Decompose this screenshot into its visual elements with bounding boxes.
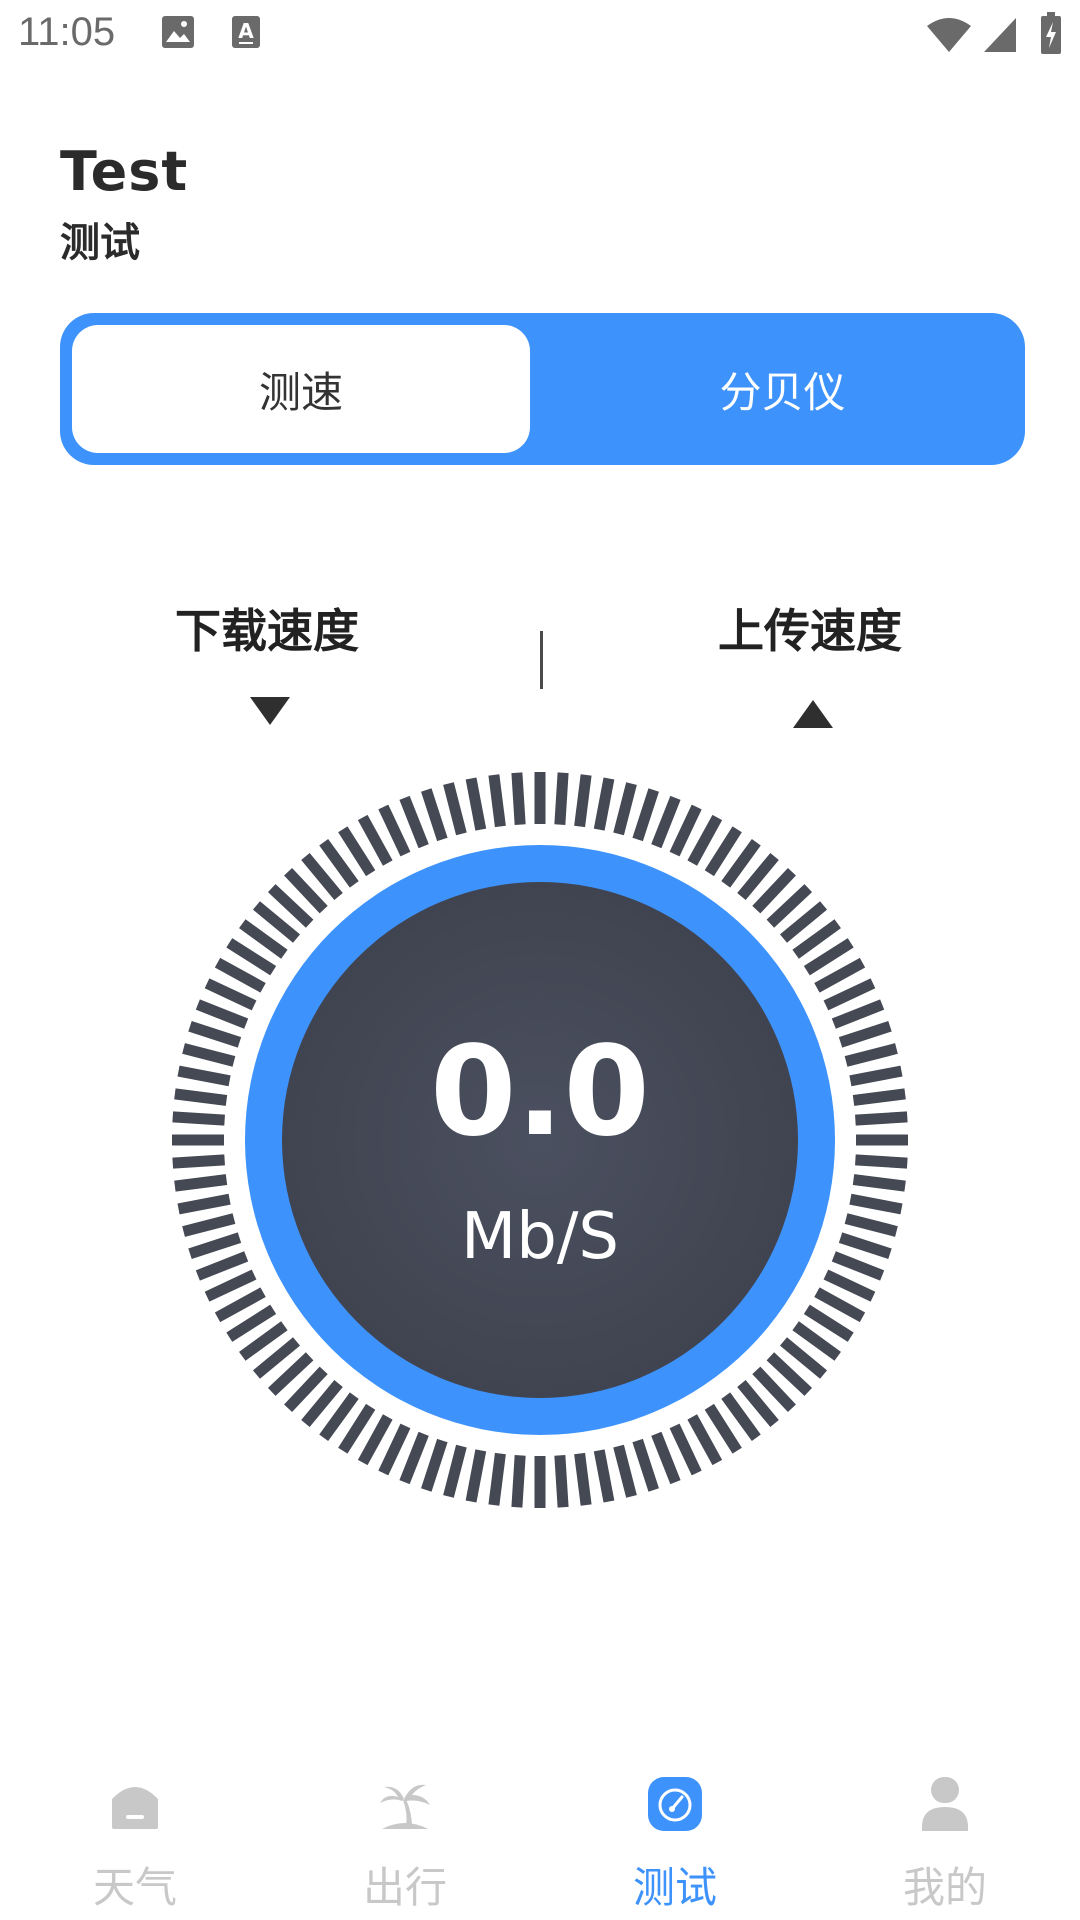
gauge-tick [378, 1423, 411, 1476]
gauge-tick [823, 978, 876, 1011]
gauge-tick [823, 1269, 876, 1302]
gauge-tick [574, 1452, 592, 1506]
gauge-tick [814, 1287, 866, 1323]
gauge-tick [632, 788, 659, 842]
gauge-tick [488, 1452, 506, 1506]
gauge-tick [182, 1043, 236, 1067]
gauge-tick [399, 1431, 429, 1485]
nav-label-travel: 出行 [362, 1863, 447, 1912]
gauge-tick [838, 1232, 892, 1259]
gauge-tick [669, 804, 702, 857]
gauge-tick [214, 1287, 266, 1323]
gauge-tick [651, 795, 681, 849]
gauge-tick [844, 1213, 898, 1237]
gauge-tick [357, 814, 393, 866]
gauge-tick [855, 1154, 908, 1169]
person-icon [918, 1777, 972, 1835]
gauge-tick [378, 804, 411, 857]
gauge-tick [669, 1423, 702, 1476]
nav-label-test: 测试 [632, 1863, 717, 1912]
gauge-tick [188, 1232, 242, 1259]
gauge-tick [852, 1174, 906, 1192]
gauge-tick [174, 1174, 228, 1192]
nav-item-travel[interactable]: 出行 [270, 1760, 540, 1920]
gauge-tick [195, 999, 249, 1029]
nav-label-weather: 天气 [92, 1863, 177, 1912]
gauge-tick [443, 1444, 467, 1498]
gauge-tick [613, 1444, 637, 1498]
gauge-tick [357, 1414, 393, 1466]
nav-item-weather[interactable]: 天气 [0, 1760, 270, 1920]
palm-tree-icon [378, 1777, 432, 1835]
speed-value: 0.0 [430, 1020, 650, 1164]
gauge-tick [593, 777, 615, 831]
gauge-tick [214, 957, 266, 993]
gauge-tick [852, 1088, 906, 1106]
gauge-tick [849, 1193, 903, 1215]
gauge-tick [687, 814, 723, 866]
gauge-tick [443, 782, 467, 836]
gauge-tick [177, 1193, 231, 1215]
gauge-tick [188, 1021, 242, 1048]
gauge-tick [844, 1043, 898, 1067]
speed-unit: Mb/S [460, 1200, 620, 1274]
gauge-tick [421, 1438, 448, 1492]
gauge-tick [838, 1021, 892, 1048]
gauge-tick [195, 1251, 249, 1281]
gauge-tick [849, 1065, 903, 1087]
gauge-tick [831, 999, 885, 1029]
gauge-tick [174, 1088, 228, 1106]
gauge-tick [687, 1414, 723, 1466]
gauge-tick [177, 1065, 231, 1087]
gauge-tick [465, 777, 487, 831]
gauge-tick [172, 1154, 225, 1169]
speed-gauge [172, 772, 908, 1508]
gauge-tick [831, 1251, 885, 1281]
gauge-tick [511, 1455, 526, 1508]
nav-item-mine[interactable]: 我的 [810, 1760, 1080, 1920]
gauge-tick [632, 1438, 659, 1492]
gauge-tick [593, 1449, 615, 1503]
gauge-tick [554, 772, 569, 825]
speed-test-screen: 11:05 A Test 测试 测速 分贝仪 下载速度 上传速度 0.0 Mb/… [0, 0, 1080, 1920]
bottom-nav: 天气 出行 测试 我的 [0, 1760, 1080, 1920]
nav-item-test[interactable]: 测试 [540, 1760, 810, 1920]
gauge-tick [172, 1111, 225, 1126]
gauge-tick [574, 774, 592, 828]
gauge-tick [399, 795, 429, 849]
gauge-tick [465, 1449, 487, 1503]
gauge-tick [204, 978, 257, 1011]
gauge-tick [554, 1455, 569, 1508]
gauge-tick [651, 1431, 681, 1485]
gauge-tick [613, 782, 637, 836]
gauge-tick [421, 788, 448, 842]
nav-label-mine: 我的 [902, 1863, 987, 1912]
weather-home-icon [108, 1777, 162, 1835]
speedometer-icon [648, 1777, 702, 1835]
gauge-tick [182, 1213, 236, 1237]
gauge-tick [488, 774, 506, 828]
gauge-tick [204, 1269, 257, 1302]
gauge-tick [855, 1111, 908, 1126]
gauge-tick [814, 957, 866, 993]
gauge-tick [511, 772, 526, 825]
